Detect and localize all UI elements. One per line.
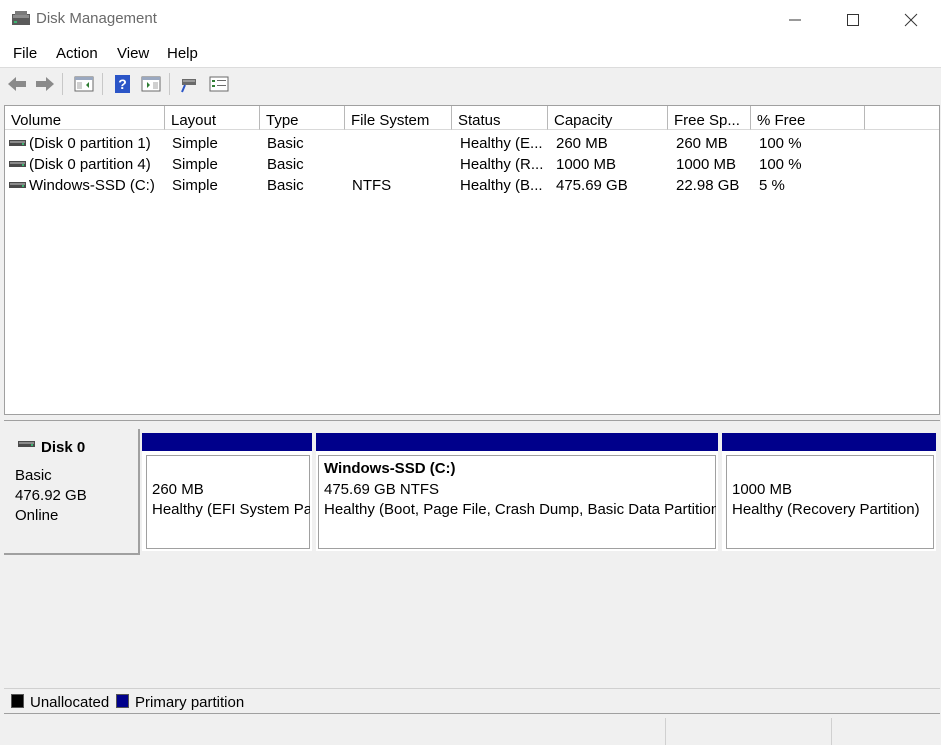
partition-size: 1000 MB [732,481,793,498]
partition-status: Healthy (Boot, Page File, Crash Dump, Ba… [324,501,716,518]
window-title: Disk Management [36,10,157,27]
partition-recovery[interactable]: 1000 MB Healthy (Recovery Partition) [722,433,936,551]
status-bar [0,715,941,745]
cell-capacity: 1000 MB [556,156,617,173]
partition-title: Windows-SSD (C:) [324,460,456,477]
cell-free-space: 1000 MB [676,156,737,173]
legend-label-unallocated: Unallocated [30,694,110,711]
maximize-icon [847,14,859,26]
menu-help[interactable]: Help [167,45,198,62]
cell-percent-free: 100 % [759,135,802,152]
title-bar: Disk Management [0,0,941,40]
legend-swatch-primary [116,694,129,708]
toolbar-separator [102,73,103,95]
cell-volume: (Disk 0 partition 1) [29,135,151,152]
cell-status: Healthy (R... [460,156,544,173]
volume-icon [9,161,26,167]
cell-status: Healthy (E... [460,135,543,152]
column-header-status[interactable]: Status [452,106,548,130]
close-button[interactable] [882,0,940,40]
column-header-layout[interactable]: Layout [165,106,260,130]
column-header-percent-free[interactable]: % Free [751,106,865,130]
menu-bar: File Action View Help [0,40,941,67]
column-header-capacity[interactable]: Capacity [548,106,668,130]
legend-bar: Unallocated Primary partition [4,688,940,714]
cell-volume: Windows-SSD (C:) [29,177,155,194]
partition-body: 260 MB Healthy (EFI System Pa [146,455,310,549]
maximize-button[interactable] [824,0,882,40]
disk-name: Disk 0 [41,439,86,456]
partition-body: 1000 MB Healthy (Recovery Partition) [726,455,934,549]
toolbar-separator [169,73,170,95]
cell-type: Basic [267,177,304,194]
show-hide-console-tree-icon[interactable] [73,73,95,95]
partition-windows-ssd[interactable]: Windows-SSD (C:) 475.69 GB NTFS Healthy … [316,433,718,551]
toolbar: ? [0,67,941,99]
volume-list[interactable]: Volume Layout Type File System Status Ca… [4,105,940,415]
cell-percent-free: 100 % [759,156,802,173]
disk-type: Basic [15,467,52,484]
help-icon[interactable]: ? [112,73,134,95]
disk-icon [18,441,35,447]
disk-management-window: Disk Management File Action View Help ? … [0,0,941,745]
column-header-file-system[interactable]: File System [345,106,452,130]
menu-view[interactable]: View [117,45,149,62]
cell-free-space: 22.98 GB [676,177,740,194]
column-header-volume[interactable]: Volume [5,106,165,130]
cell-type: Basic [267,135,304,152]
cell-type: Basic [267,156,304,173]
column-header-empty [865,106,939,130]
volume-icon [9,182,26,188]
column-header-free-space[interactable]: Free Sp... [668,106,751,130]
cell-status: Healthy (B... [460,177,543,194]
show-hide-action-pane-icon[interactable] [140,73,162,95]
properties-icon[interactable] [208,73,230,95]
cell-free-space: 260 MB [676,135,728,152]
cell-layout: Simple [172,156,218,173]
cell-volume: (Disk 0 partition 4) [29,156,151,173]
partition-map: 260 MB Healthy (EFI System Pa Windows-SS… [142,433,936,551]
cell-percent-free: 5 % [759,177,785,194]
minimize-icon [789,19,801,21]
menu-file[interactable]: File [13,45,37,62]
minimize-button[interactable] [766,0,824,40]
partition-color-bar [142,433,312,451]
status-separator [831,718,832,745]
disk-size: 476.92 GB [15,487,87,504]
partition-size: 475.69 GB NTFS [324,481,440,498]
column-header-type[interactable]: Type [260,106,345,130]
status-separator [665,718,666,745]
close-icon [904,13,918,27]
disk-info-panel[interactable]: Disk 0 Basic 476.92 GB Online [4,429,140,555]
cell-layout: Simple [172,177,218,194]
partition-efi[interactable]: 260 MB Healthy (EFI System Pa [142,433,312,551]
connect-icon[interactable] [179,73,201,95]
table-row[interactable]: (Disk 0 partition 1) Simple Basic Health… [5,133,939,154]
legend-swatch-unallocated [11,694,24,708]
back-icon[interactable] [6,73,28,95]
table-row[interactable]: (Disk 0 partition 4) Simple Basic Health… [5,154,939,175]
cell-capacity: 475.69 GB [556,177,628,194]
cell-file-system: NTFS [352,177,392,194]
partition-color-bar [722,433,936,451]
partition-status: Healthy (Recovery Partition) [732,501,920,518]
volume-icon [9,140,26,146]
forward-icon[interactable] [34,73,56,95]
menu-action[interactable]: Action [56,45,98,62]
partition-size: 260 MB [152,481,204,498]
svg-text:?: ? [118,76,127,92]
cell-capacity: 260 MB [556,135,608,152]
disk-state: Online [15,507,59,524]
toolbar-separator [62,73,63,95]
column-header-row: Volume Layout Type File System Status Ca… [5,106,939,130]
graphical-disk-view: Disk 0 Basic 476.92 GB Online 260 MB Hea… [4,421,940,714]
cell-layout: Simple [172,135,218,152]
partition-body: Windows-SSD (C:) 475.69 GB NTFS Healthy … [318,455,716,549]
table-row[interactable]: Windows-SSD (C:) Simple Basic NTFS Healt… [5,175,939,196]
partition-color-bar [316,433,718,451]
partition-status: Healthy (EFI System Pa [152,501,310,518]
disk-management-app-icon [12,11,30,25]
legend-label-primary: Primary partition [135,694,245,711]
